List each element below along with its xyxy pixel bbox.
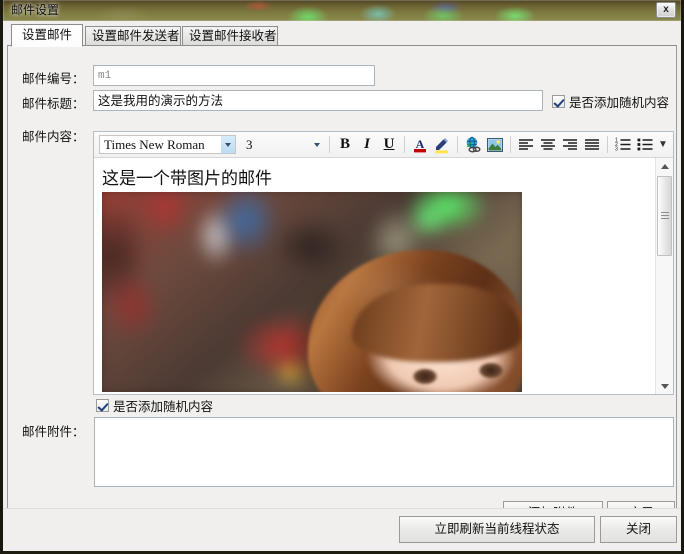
toolbar-separator: [457, 136, 458, 153]
chevron-down-icon[interactable]: [221, 136, 235, 153]
toolbar-separator: [607, 136, 608, 153]
tab-mail-sender[interactable]: 设置邮件发送者: [85, 26, 181, 46]
align-left-icon[interactable]: [515, 134, 537, 155]
tab-panel-mail-settings: 邮件编号： m1 邮件标题： 这是我用的演示的方法 是否添加随机内容 邮件内容：…: [7, 45, 677, 526]
align-justify-icon[interactable]: [581, 134, 603, 155]
font-color-icon[interactable]: A: [409, 134, 431, 155]
scrollbar-thumb[interactable]: [657, 176, 672, 256]
mail-body-label: 邮件内容：: [22, 130, 85, 144]
random-content-checkbox-bottom[interactable]: 是否添加随机内容: [96, 396, 213, 415]
insert-link-icon[interactable]: [462, 134, 484, 155]
italic-button[interactable]: I: [356, 134, 378, 155]
font-size-select[interactable]: 3: [241, 135, 325, 154]
checkbox-box[interactable]: [96, 399, 109, 412]
tabstrip: 设置邮件 设置邮件发送者 设置邮件接收者: [7, 24, 677, 47]
window-client-area: 设置邮件 设置邮件发送者 设置邮件接收者 邮件编号： m1 邮件标题： 这是我用…: [3, 21, 681, 551]
editor-content-area[interactable]: 这是一个带图片的邮件: [94, 158, 656, 394]
mail-attachment-textarea[interactable]: [94, 417, 674, 487]
mail-settings-window: 邮件设置 x 设置邮件 设置邮件发送者 设置邮件接收者 邮件编号： m1 邮件标…: [0, 0, 684, 554]
close-icon[interactable]: x: [656, 2, 676, 18]
underline-button[interactable]: U: [378, 134, 400, 155]
image-person-eye-left: [412, 368, 438, 385]
random-content-checkbox-top-label: 是否添加随机内容: [569, 96, 670, 110]
mail-body-editor[interactable]: Times New Roman 3 B I U A 1 2 3 ▼ 这是一个带图…: [93, 131, 674, 395]
scroll-down-arrow-icon[interactable]: [656, 378, 673, 394]
mail-title-label: 邮件标题：: [22, 97, 85, 111]
text-highlight-icon[interactable]: [431, 134, 453, 155]
random-content-checkbox-bottom-label: 是否添加随机内容: [113, 400, 214, 414]
toolbar-separator: [404, 136, 405, 153]
tab-mail-receiver[interactable]: 设置邮件接收者: [182, 26, 278, 46]
window-bottom-bar: 立即刷新当前线程状态 关闭: [3, 508, 681, 551]
font-family-value: Times New Roman: [104, 136, 205, 152]
refresh-thread-status-button[interactable]: 立即刷新当前线程状态: [399, 516, 595, 543]
close-button[interactable]: 关闭: [600, 516, 677, 543]
scroll-up-arrow-icon[interactable]: [656, 158, 673, 174]
align-center-icon[interactable]: [537, 134, 559, 155]
insert-image-icon[interactable]: [484, 134, 506, 155]
svg-text:A: A: [416, 137, 425, 151]
random-content-checkbox-top[interactable]: 是否添加随机内容: [552, 92, 669, 111]
mail-id-label: 邮件编号：: [22, 72, 85, 86]
chevron-down-icon[interactable]: [310, 136, 324, 153]
titlebar-glass-background: [3, 0, 681, 21]
font-size-value: 3: [246, 136, 253, 152]
ordered-list-icon[interactable]: 123: [612, 134, 634, 155]
bold-button[interactable]: B: [334, 134, 356, 155]
checkbox-box[interactable]: [552, 95, 565, 108]
toolbar-separator: [329, 136, 330, 153]
unordered-list-icon[interactable]: [634, 134, 656, 155]
image-person-eye-right: [478, 362, 504, 379]
editor-vertical-scrollbar[interactable]: [655, 158, 673, 394]
mail-attachment-label: 邮件附件：: [22, 425, 85, 439]
svg-text:3: 3: [615, 146, 618, 152]
tab-mail-settings[interactable]: 设置邮件: [11, 24, 83, 47]
font-family-select[interactable]: Times New Roman: [99, 135, 236, 154]
editor-toolbar: Times New Roman 3 B I U A 1 2 3 ▼: [94, 132, 673, 158]
editor-text-line: 这是一个带图片的邮件: [102, 169, 272, 188]
window-title: 邮件设置: [11, 3, 60, 17]
toolbar-overflow-icon[interactable]: ▼: [656, 139, 670, 150]
editor-embedded-image[interactable]: [102, 192, 522, 392]
toolbar-separator: [510, 136, 511, 153]
mail-id-input[interactable]: m1: [93, 65, 375, 86]
window-titlebar: 邮件设置 x: [3, 0, 681, 22]
mail-title-input[interactable]: 这是我用的演示的方法: [93, 90, 543, 111]
align-right-icon[interactable]: [559, 134, 581, 155]
